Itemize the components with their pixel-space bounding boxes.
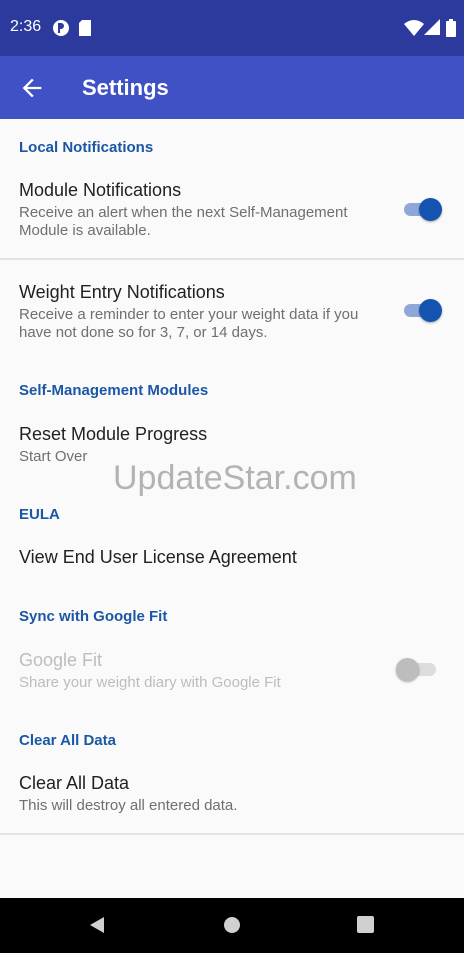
switch-thumb xyxy=(419,299,442,322)
pref-title: Clear All Data xyxy=(19,773,130,793)
arrow-back-icon[interactable] xyxy=(18,74,46,102)
pref-title: Reset Module Progress xyxy=(19,424,208,444)
pref-summary: This will destroy all entered data. xyxy=(19,797,238,814)
signal-icon xyxy=(424,19,440,35)
settings-list: Local Notifications Module Notifications… xyxy=(0,119,464,898)
navigation-bar xyxy=(0,898,464,953)
category-clear-data: Clear All Data xyxy=(19,732,116,749)
home-circle-icon[interactable] xyxy=(223,916,241,934)
pref-summary: Receive a reminder to enter your weight … xyxy=(19,306,359,341)
category-local-notifications: Local Notifications xyxy=(19,139,154,156)
module-notifications-switch[interactable] xyxy=(402,196,442,222)
pref-summary: Receive an alert when the next Self-Mana… xyxy=(19,204,348,239)
app-notification-icon xyxy=(53,20,69,36)
back-triangle-icon[interactable] xyxy=(88,916,106,934)
pref-title: Weight Entry Notifications xyxy=(19,282,225,302)
pref-title: Google Fit xyxy=(19,650,103,670)
category-eula: EULA xyxy=(19,506,60,523)
status-bar: 2:36 xyxy=(0,0,464,56)
status-time: 2:36 xyxy=(10,18,42,35)
sd-card-icon xyxy=(79,20,91,36)
weight-notifications-switch[interactable] xyxy=(402,297,442,323)
pref-summary: Share your weight diary with Google Fit xyxy=(19,674,281,691)
wifi-icon xyxy=(404,20,424,36)
switch-thumb xyxy=(396,658,419,681)
divider xyxy=(0,833,464,835)
recents-square-icon[interactable] xyxy=(357,916,374,933)
google-fit-switch[interactable] xyxy=(396,656,442,682)
pref-title: View End User License Agreement xyxy=(19,547,297,567)
category-google-fit: Sync with Google Fit xyxy=(19,608,168,625)
category-self-management: Self-Management Modules xyxy=(19,382,209,399)
watermark: UpdateStar.com xyxy=(113,459,357,497)
divider xyxy=(0,258,464,260)
switch-thumb xyxy=(419,198,442,221)
pref-title: Module Notifications xyxy=(19,180,182,200)
app-bar: Settings xyxy=(0,56,464,119)
page-title: Settings xyxy=(82,75,169,100)
battery-icon xyxy=(446,19,456,37)
